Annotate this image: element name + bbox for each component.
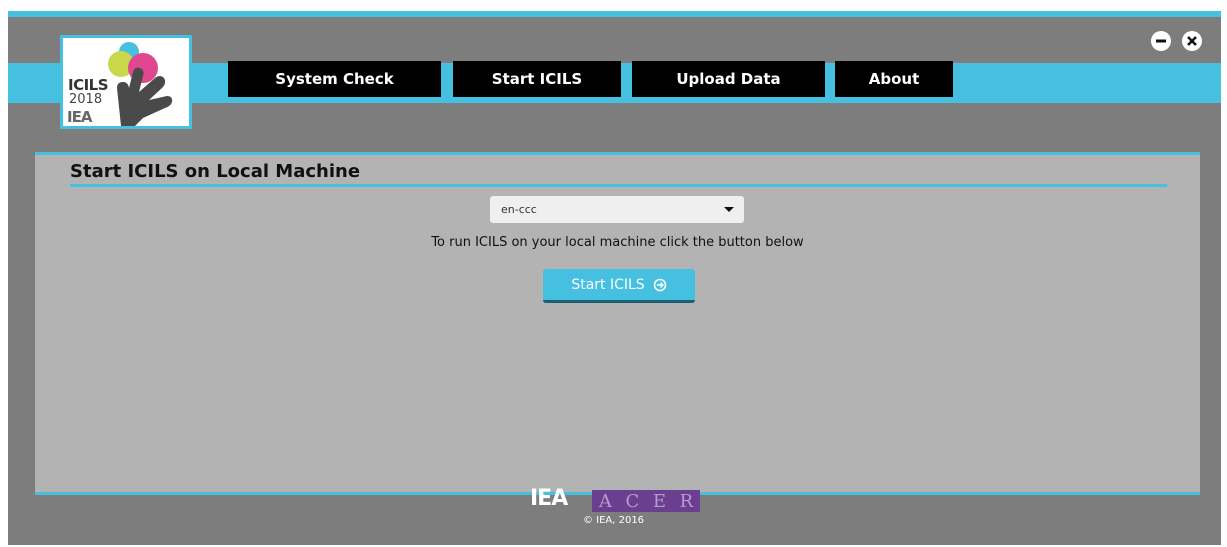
title-divider	[70, 184, 1167, 187]
start-icils-button[interactable]: Start ICILS	[543, 269, 695, 303]
logo-text-year: 2018	[69, 92, 103, 107]
iea-logo: IEA	[530, 486, 568, 511]
close-circle-icon	[1187, 36, 1197, 46]
chevron-down-icon	[724, 207, 734, 212]
nav-system-check[interactable]: System Check	[228, 61, 441, 97]
language-select[interactable]: en-ccc	[490, 196, 744, 223]
language-select-value: en-ccc	[501, 203, 537, 216]
copyright-text: © IEA, 2016	[582, 515, 645, 526]
acer-letter: C	[625, 490, 640, 512]
logo-text-iea: IEA	[67, 108, 92, 126]
main-panel: Start ICILS on Local Machine en-ccc To r…	[35, 152, 1200, 492]
nav-about[interactable]: About	[835, 61, 953, 97]
close-button[interactable]	[1182, 31, 1202, 51]
acer-logo: A C E R	[592, 490, 700, 512]
footer-logos: IEA A C E R	[530, 486, 700, 516]
arrow-right-circle-icon	[653, 278, 666, 291]
acer-letter: E	[652, 490, 666, 512]
nav-upload-data[interactable]: Upload Data	[632, 61, 825, 97]
acer-letter: R	[679, 490, 694, 512]
instructions-text: To run ICILS on your local machine click…	[431, 235, 804, 250]
minus-circle-icon	[1156, 39, 1166, 43]
start-button-label: Start ICILS	[571, 276, 645, 293]
nav-start-icils[interactable]: Start ICILS	[453, 61, 621, 97]
app-window: ICILS 2018 IEA System Check Start ICILS …	[8, 11, 1221, 545]
page-title: Start ICILS on Local Machine	[70, 161, 361, 182]
icils-logo: ICILS 2018 IEA	[60, 35, 192, 129]
minimize-button[interactable]	[1151, 31, 1171, 51]
acer-letter: A	[598, 490, 612, 512]
